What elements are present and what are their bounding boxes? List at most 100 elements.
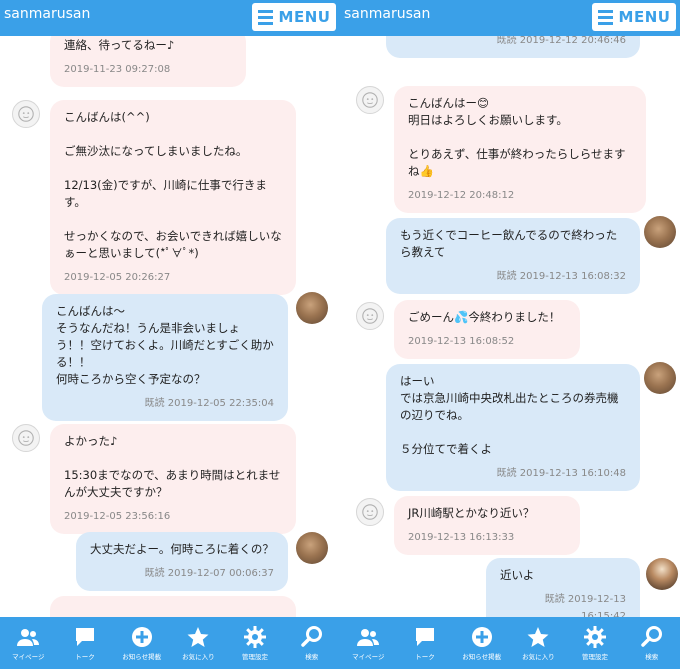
nav-label: トーク	[415, 653, 435, 661]
people-icon	[17, 629, 40, 646]
message-list[interactable]: 連絡、待ってるねー♪ 2019-11-23 09:27:08 こんばんは(^^)…	[0, 36, 340, 617]
message-timestamp: 2019-12-13 16:13:33	[408, 532, 515, 543]
message-bubble: JR川崎駅とかなり近い？ 2019-12-13 16:13:33	[394, 496, 580, 555]
message-text: こんばんはー😊 明日はよろしくお願いします。 とりあえず、仕事が終わったらしらせ…	[408, 96, 626, 178]
message-timestamp: 2019-12-05 23:56:16	[64, 511, 171, 522]
hamburger-icon	[597, 9, 613, 25]
message-bubble: こんばんは～ そうなんだね！うん是非会いましょう！！空けておくよ。川崎だとすごく…	[42, 294, 288, 421]
message-text: こんばんは(^^) ご無沙汰になってしまいましたね。 12/13(金)ですが、川…	[64, 110, 282, 260]
header-bar: sanmarusan MENU	[0, 0, 340, 36]
nav-item-settings[interactable]: 管理設定	[567, 617, 624, 669]
message-bubble: 近いよ 既読 2019-12-13 16:15:42	[486, 558, 640, 617]
message-timestamp: 2019-12-12 20:48:12	[408, 190, 515, 201]
nav-label: トーク	[75, 653, 95, 661]
message-bubble: 連絡、待ってるねー♪ 2019-11-23 09:27:08	[50, 36, 246, 87]
message-text: こんばんは～ そうなんだね！うん是非会いましょう！！空けておくよ。川崎だとすごく…	[56, 304, 274, 386]
people-icon	[357, 629, 380, 646]
menu-button[interactable]: MENU	[252, 3, 336, 31]
message-bubble: こんばんはー😊 明日はよろしくお願いします。 とりあえず、仕事が終わったらしらせ…	[394, 86, 646, 213]
message-bubble: 大丈夫だよー。何時ころに着くの？ 既読 2019-12-07 00:06:37	[76, 532, 288, 591]
nav-item-mypage[interactable]: マイページ	[340, 617, 397, 669]
menu-button[interactable]: MENU	[592, 3, 676, 31]
avatar[interactable]	[356, 498, 384, 526]
plus-circle-icon	[131, 627, 152, 647]
message-timestamp: 既読 2019-12-13 16:15:42	[544, 594, 626, 617]
nav-label: マイページ	[12, 653, 45, 661]
message-text: よかった♪ 15:30までなので、あまり時間はとれませんが大丈夫ですか？	[64, 434, 281, 499]
default-avatar-icon	[18, 430, 34, 446]
message-text: もう近くでコーヒー飲んでるので終わったら教えて	[400, 228, 618, 259]
avatar[interactable]	[644, 216, 676, 248]
avatar[interactable]	[296, 532, 328, 564]
message-timestamp: 2019-12-13 16:08:52	[408, 336, 515, 347]
bottom-nav: マイページ トーク お知らせ掲載 お気に入り 管理設定 検索	[0, 617, 340, 669]
message-text: 大丈夫だよー。何時ころに着くの？	[90, 542, 274, 556]
app-title: sanmarusan	[344, 6, 431, 22]
message-text: 近いよ	[500, 568, 535, 582]
message-bubble: はーい では京急川崎中央改札出たところの券売機の辺りでね。 ５分位てで着くよ 既…	[386, 364, 640, 491]
nav-item-post[interactable]: お知らせ掲載	[113, 617, 170, 669]
magnifier-icon	[300, 626, 322, 647]
default-avatar-icon	[362, 308, 378, 324]
nav-item-favorites[interactable]: お気に入り	[510, 617, 567, 669]
nav-label: お気に入り	[522, 653, 555, 661]
chat-screen-left: sanmarusan MENU 連絡、待ってるねー♪ 2019-11-23 09…	[0, 0, 340, 669]
plus-circle-icon	[471, 627, 492, 647]
avatar[interactable]	[12, 424, 40, 452]
avatar[interactable]	[644, 362, 676, 394]
message-timestamp: 既読 2019-12-13 16:10:48	[496, 468, 626, 479]
menu-label: MENU	[278, 8, 331, 26]
nav-item-favorites[interactable]: お気に入り	[170, 617, 227, 669]
message-bubble: こんばんは(^^) ご無沙汰になってしまいましたね。 12/13(金)ですが、川…	[50, 100, 296, 295]
nav-label: マイページ	[352, 653, 385, 661]
message-timestamp: 既読 2019-12-12 20:46:46	[496, 36, 626, 46]
gear-icon	[244, 626, 267, 648]
nav-item-talk[interactable]: トーク	[397, 617, 454, 669]
message-timestamp: 2019-11-23 09:27:08	[64, 64, 171, 75]
nav-item-talk[interactable]: トーク	[57, 617, 114, 669]
nav-item-search[interactable]: 検索	[623, 617, 680, 669]
message-bubble	[50, 596, 296, 617]
message-timestamp: 既読 2019-12-07 00:06:37	[144, 568, 274, 579]
hamburger-icon	[257, 9, 273, 25]
nav-label: 管理設定	[582, 653, 609, 661]
avatar[interactable]	[646, 558, 678, 590]
default-avatar-icon	[362, 504, 378, 520]
avatar[interactable]	[12, 100, 40, 128]
message-text: JR川崎駅とかなり近い？	[408, 506, 535, 520]
nav-label: お知らせ掲載	[122, 653, 162, 661]
header-bar: sanmarusan MENU	[340, 0, 680, 36]
message-text: 連絡、待ってるねー♪	[64, 38, 175, 52]
avatar[interactable]	[296, 292, 328, 324]
chat-screen-right: sanmarusan MENU 既読 2019-12-12 20:46:46 こ…	[340, 0, 680, 669]
nav-label: お知らせ掲載	[462, 653, 502, 661]
message-text: はーい では京急川崎中央改札出たところの券売機の辺りでね。 ５分位てで着くよ	[400, 374, 619, 456]
speech-bubble-icon	[76, 628, 94, 646]
nav-label: 管理設定	[242, 653, 269, 661]
speech-bubble-icon	[416, 628, 434, 646]
nav-item-mypage[interactable]: マイページ	[0, 617, 57, 669]
app-title: sanmarusan	[4, 6, 91, 22]
message-timestamp: 既読 2019-12-05 22:35:04	[144, 398, 274, 409]
avatar[interactable]	[356, 86, 384, 114]
message-bubble: ごめーん💦今終わりました！ 2019-12-13 16:08:52	[394, 300, 580, 359]
message-timestamp: 既読 2019-12-13 16:08:32	[496, 271, 626, 282]
message-bubble: もう近くでコーヒー飲んでるので終わったら教えて 既読 2019-12-13 16…	[386, 218, 640, 294]
star-icon	[527, 627, 549, 647]
nav-label: 検索	[305, 653, 319, 661]
bottom-nav: マイページ トーク お知らせ掲載 お気に入り 管理設定 検索	[340, 617, 680, 669]
default-avatar-icon	[18, 106, 34, 122]
nav-item-search[interactable]: 検索	[283, 617, 340, 669]
gear-icon	[584, 626, 607, 648]
message-bubble: よかった♪ 15:30までなので、あまり時間はとれませんが大丈夫ですか？ 201…	[50, 424, 296, 534]
nav-item-settings[interactable]: 管理設定	[227, 617, 284, 669]
message-timestamp: 2019-12-05 20:26:27	[64, 272, 171, 283]
magnifier-icon	[640, 626, 662, 647]
nav-item-post[interactable]: お知らせ掲載	[453, 617, 510, 669]
message-list[interactable]: 既読 2019-12-12 20:46:46 こんばんはー😊 明日はよろしくお願…	[340, 36, 680, 617]
nav-label: お気に入り	[182, 653, 215, 661]
star-icon	[187, 627, 209, 647]
menu-label: MENU	[618, 8, 671, 26]
avatar[interactable]	[356, 302, 384, 330]
message-text: ごめーん💦今終わりました！	[408, 310, 561, 324]
